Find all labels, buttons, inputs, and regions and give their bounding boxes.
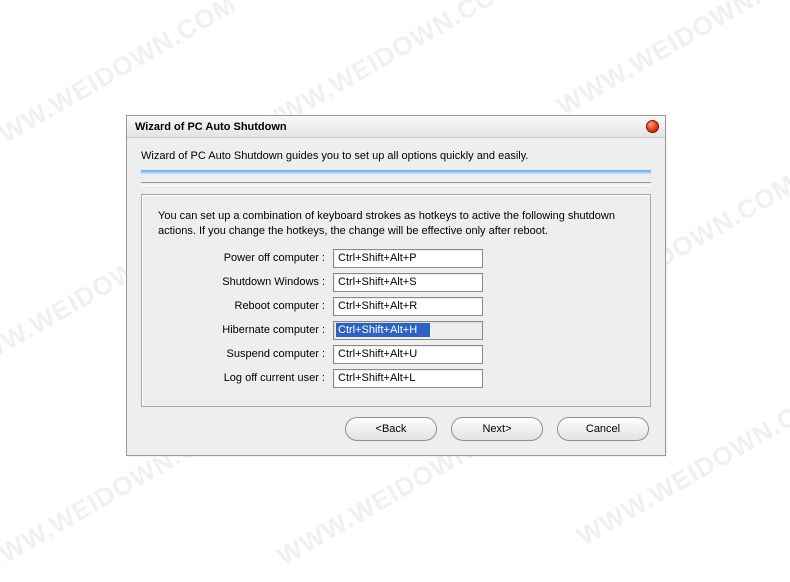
panel-description: You can set up a combination of keyboard… bbox=[158, 209, 634, 239]
hotkey-row-logoff: Log off current user : bbox=[158, 369, 634, 388]
hotkey-input-suspend[interactable] bbox=[333, 345, 483, 364]
close-icon[interactable] bbox=[646, 120, 659, 133]
hotkey-label: Shutdown Windows : bbox=[158, 276, 333, 288]
hotkey-label: Hibernate computer : bbox=[158, 324, 333, 336]
back-button[interactable]: <Back bbox=[345, 417, 437, 441]
next-button[interactable]: Next> bbox=[451, 417, 543, 441]
cancel-button[interactable]: Cancel bbox=[557, 417, 649, 441]
wizard-dialog: Wizard of PC Auto Shutdown Wizard of PC … bbox=[126, 115, 666, 456]
hotkey-row-reboot: Reboot computer : bbox=[158, 297, 634, 316]
divider-accent bbox=[141, 170, 651, 174]
divider bbox=[141, 182, 651, 183]
hotkey-input-poweroff[interactable] bbox=[333, 249, 483, 268]
hotkey-row-poweroff: Power off computer : bbox=[158, 249, 634, 268]
hotkey-label: Suspend computer : bbox=[158, 348, 333, 360]
dialog-subtitle: Wizard of PC Auto Shutdown guides you to… bbox=[141, 150, 651, 162]
divider bbox=[141, 185, 651, 186]
hotkey-row-hibernate: Hibernate computer : bbox=[158, 321, 634, 340]
hotkeys-panel: You can set up a combination of keyboard… bbox=[141, 194, 651, 407]
button-bar: <Back Next> Cancel bbox=[141, 417, 651, 441]
dialog-content: Wizard of PC Auto Shutdown guides you to… bbox=[127, 138, 665, 455]
hotkey-label: Log off current user : bbox=[158, 372, 333, 384]
hotkey-label: Reboot computer : bbox=[158, 300, 333, 312]
dialog-title: Wizard of PC Auto Shutdown bbox=[135, 121, 287, 133]
hotkey-label: Power off computer : bbox=[158, 252, 333, 264]
hotkey-row-shutdown: Shutdown Windows : bbox=[158, 273, 634, 292]
titlebar: Wizard of PC Auto Shutdown bbox=[127, 116, 665, 138]
watermark: WWW.WEIDOWN.COM bbox=[552, 0, 790, 122]
hotkey-row-suspend: Suspend computer : bbox=[158, 345, 634, 364]
hotkey-input-hibernate[interactable] bbox=[333, 321, 483, 340]
hotkey-input-reboot[interactable] bbox=[333, 297, 483, 316]
hotkey-input-logoff[interactable] bbox=[333, 369, 483, 388]
hotkey-input-shutdown[interactable] bbox=[333, 273, 483, 292]
